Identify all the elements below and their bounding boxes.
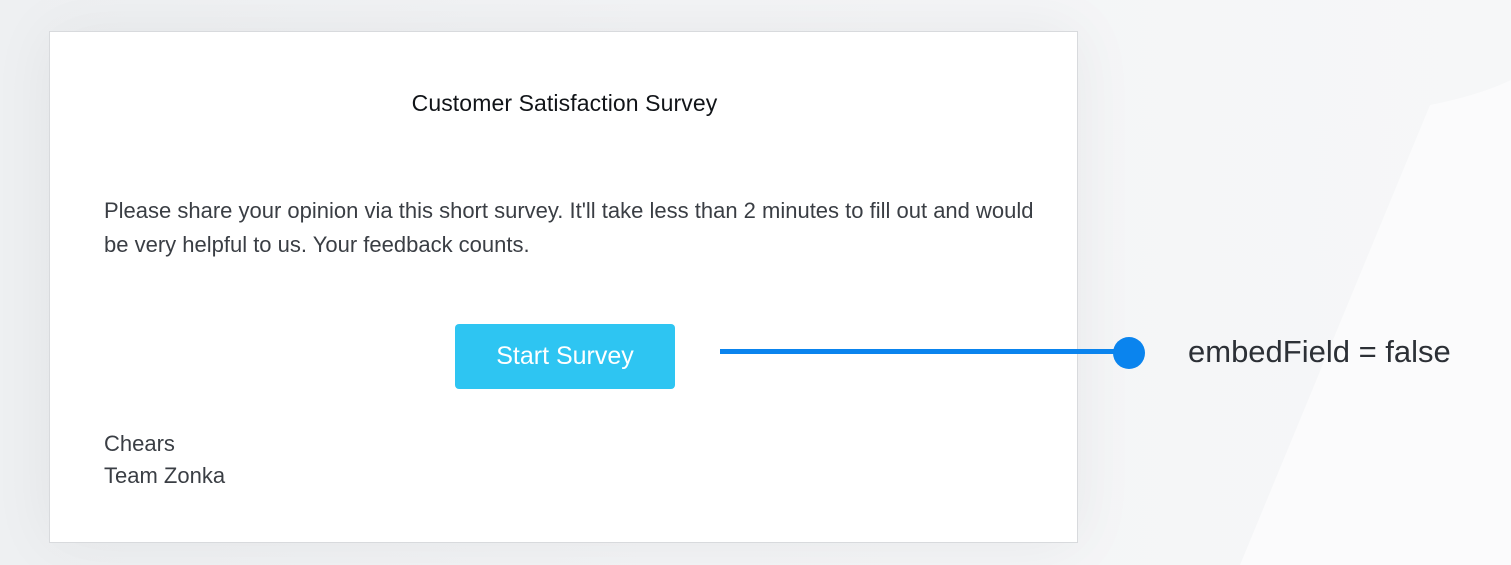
signoff-team: Team Zonka — [104, 463, 226, 488]
start-survey-button[interactable]: Start Survey — [455, 324, 675, 389]
signoff-greeting: Chears — [104, 431, 175, 456]
annotation-connector-dot — [1113, 337, 1145, 369]
survey-card: Customer Satisfaction Survey Please shar… — [49, 31, 1078, 543]
annotation-label: embedField = false — [1188, 334, 1451, 369]
survey-message: Please share your opinion via this short… — [104, 198, 1034, 257]
signoff: Chears Team Zonka — [104, 428, 225, 492]
survey-title: Customer Satisfaction Survey — [411, 90, 718, 116]
annotation-connector-line — [720, 349, 1128, 354]
